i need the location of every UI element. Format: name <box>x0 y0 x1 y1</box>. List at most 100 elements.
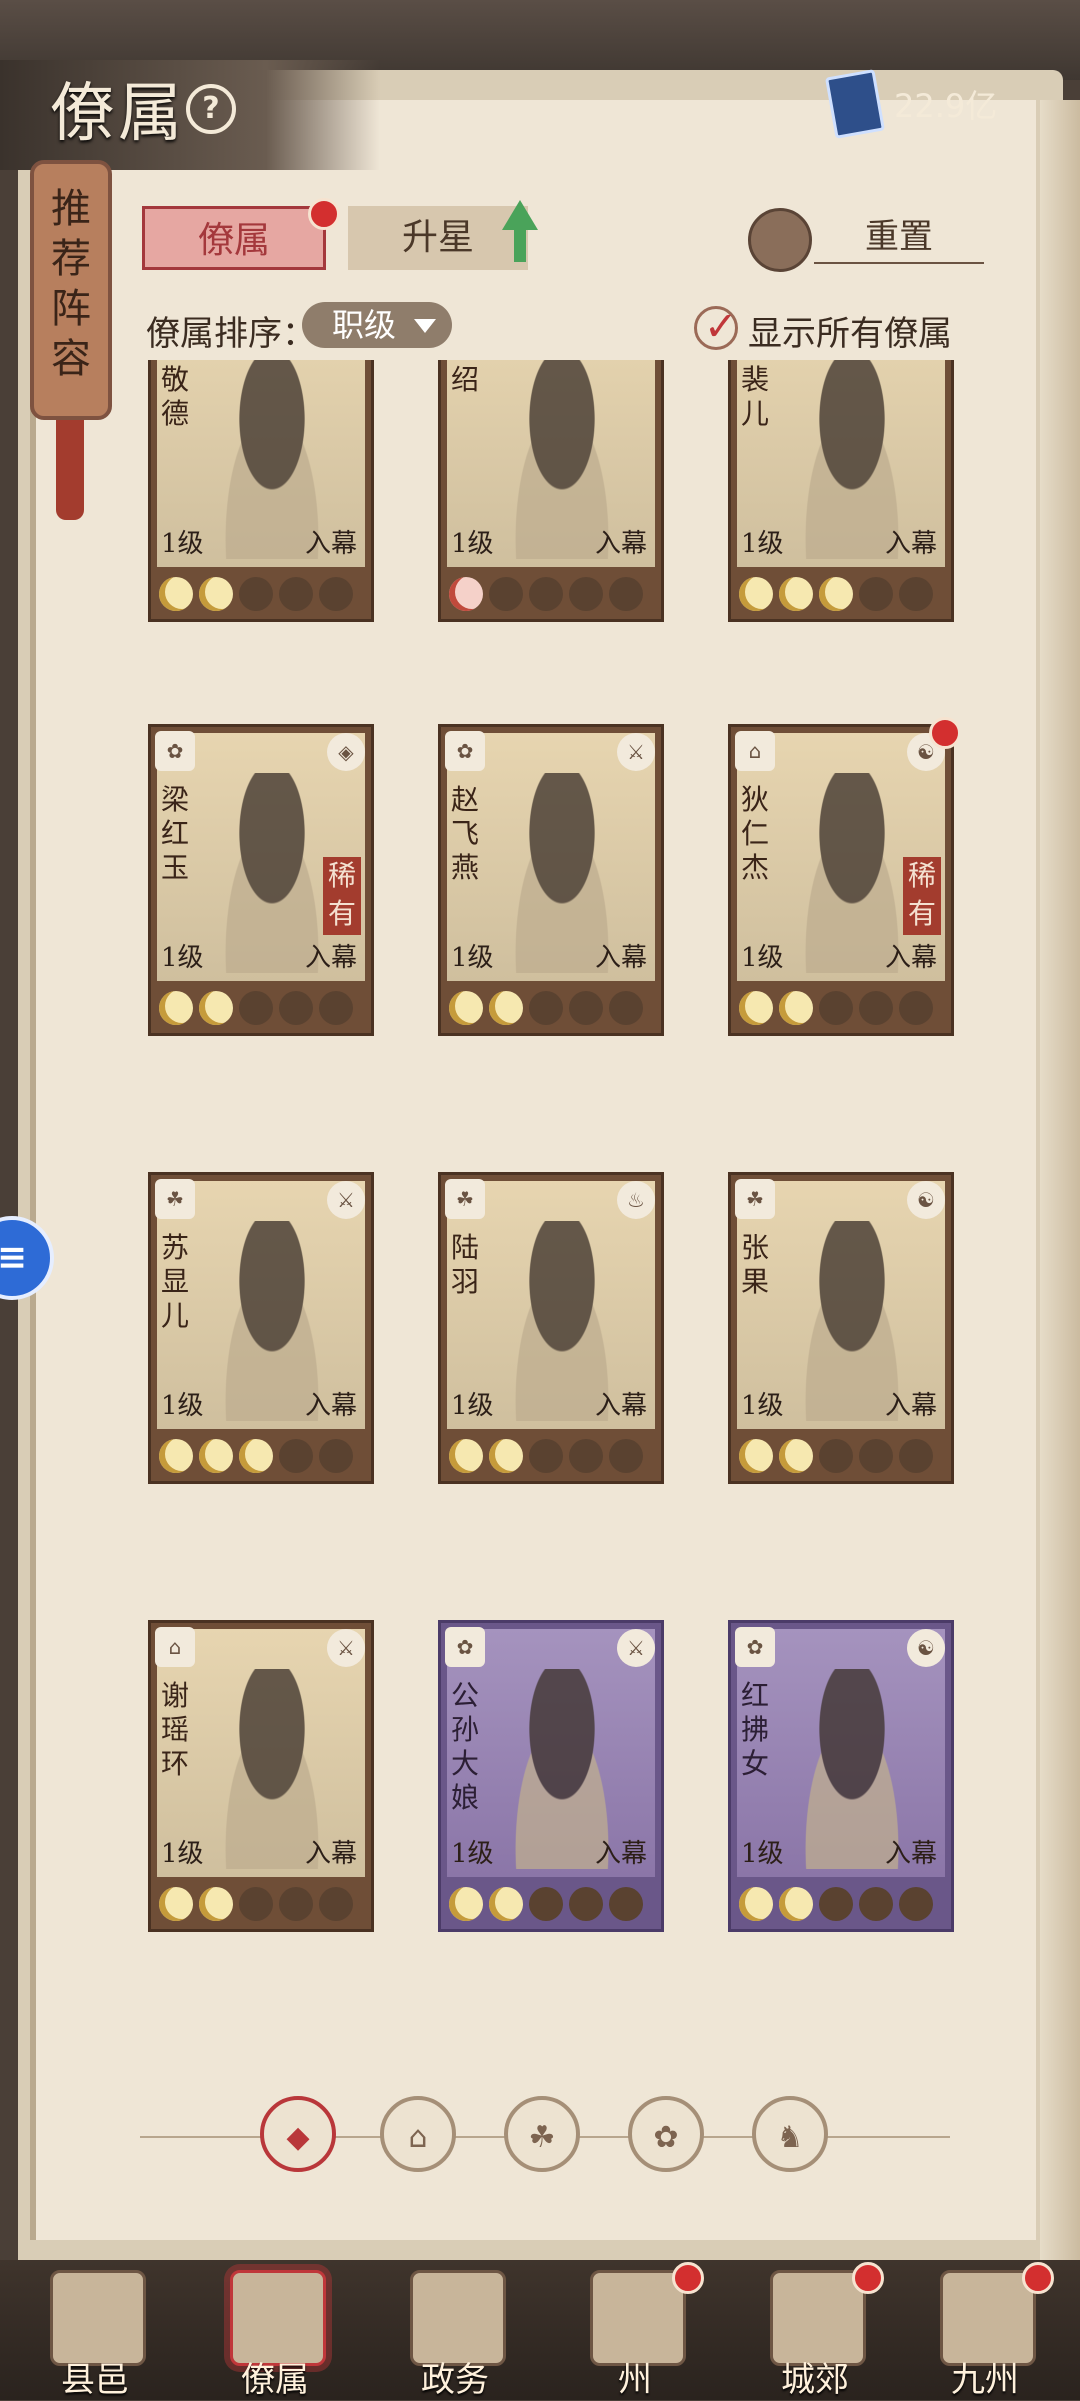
cup-icon: ♨ <box>617 1181 655 1219</box>
moon-icon <box>489 1439 523 1473</box>
retainer-card[interactable]: ☘ ☯ 张果 1级 入幕 <box>728 1172 954 1484</box>
retainer-card[interactable]: ✿ ⚔ 赵飞燕 1级 入幕 <box>438 724 664 1036</box>
star-row <box>449 1439 643 1473</box>
card-reddot <box>929 717 958 749</box>
retainer-level: 1级 <box>741 1391 784 1421</box>
nav-retainers[interactable]: 僚属 <box>200 2260 350 2400</box>
tab-retainers-reddot <box>308 198 340 230</box>
nav-reddot <box>852 2262 884 2294</box>
currency-display[interactable]: 22.9亿 <box>824 69 1040 139</box>
empty-star <box>319 991 353 1025</box>
retainer-name: 狄仁杰 <box>741 783 770 884</box>
retainer-level: 1级 <box>741 943 784 973</box>
reset-icon[interactable] <box>748 208 812 272</box>
nav-reddot <box>1022 2262 1054 2294</box>
star-row <box>159 1439 353 1473</box>
empty-star <box>899 1439 933 1473</box>
sword-icon: ⚔ <box>327 1629 365 1667</box>
recommended-lineup-tab[interactable]: 推荐阵容 <box>30 160 112 420</box>
nav-label: 县邑 <box>61 2360 129 2400</box>
star-row <box>449 577 643 611</box>
fan-icon: ✿ <box>445 1627 485 1667</box>
moon-icon <box>819 577 853 611</box>
retainer-card[interactable]: 孛裴儿 1级 入幕 <box>728 360 954 622</box>
nav-label: 僚属 <box>241 2360 309 2400</box>
help-icon[interactable]: ? <box>186 84 236 134</box>
empty-star <box>279 577 313 611</box>
lion-icon[interactable]: ♞ <box>752 2096 828 2172</box>
retainer-card[interactable]: ☘ ⚔ 苏显儿 1级 入幕 <box>148 1172 374 1484</box>
fan-icon: ✿ <box>445 731 485 771</box>
empty-star <box>569 991 603 1025</box>
retainer-name: 张果 <box>741 1231 770 1298</box>
tab-retainers[interactable]: 僚属 <box>142 206 326 270</box>
currency-value: 22.9亿 <box>894 87 998 125</box>
tab-upgrade-star[interactable]: 升星 <box>348 206 528 270</box>
retainer-card[interactable]: 迟敬德 1级 入幕 <box>148 360 374 622</box>
empty-star <box>569 1887 603 1921</box>
retainer-card[interactable]: ⌂ ⚔ 谢瑶环 1级 入幕 <box>148 1620 374 1932</box>
rare-badge: 稀有 <box>903 857 941 935</box>
nav-reddot <box>672 2262 704 2294</box>
nav-affairs[interactable]: 政务 <box>380 2260 530 2400</box>
moon-icon <box>449 991 483 1025</box>
retainer-level: 1级 <box>741 1839 784 1869</box>
filter-bar: ◆ ⌂ ☘ ✿ ♞ <box>140 2096 950 2178</box>
retainer-name: 迟敬德 <box>161 360 190 430</box>
nav-county[interactable]: 县邑 <box>20 2260 170 2400</box>
retainer-name: 梁红玉 <box>161 783 190 884</box>
nav-label: 九州 <box>951 2360 1019 2400</box>
hat-icon[interactable]: ⌂ <box>380 2096 456 2172</box>
moon-icon <box>449 1439 483 1473</box>
retainer-name: 柴绍 <box>451 360 480 396</box>
moon-icon <box>159 991 193 1025</box>
retainer-status: 入幕 <box>304 1839 357 1869</box>
nav-suburbs[interactable]: 城郊 <box>740 2260 890 2400</box>
empty-star <box>819 1439 853 1473</box>
moon-icon <box>489 991 523 1025</box>
retainer-name: 公孙大娘 <box>451 1679 480 1814</box>
fan-icon[interactable]: ✿ <box>628 2096 704 2172</box>
moon-icon <box>449 1887 483 1921</box>
chevron-down-icon <box>414 319 436 333</box>
reset-button[interactable]: 重置 <box>814 212 984 264</box>
empty-star <box>609 1439 643 1473</box>
sort-dropdown[interactable]: 职级 <box>302 302 452 348</box>
empty-star <box>859 1887 893 1921</box>
nav-nine-provinces[interactable]: 九州 <box>910 2260 1060 2400</box>
diamond-icon[interactable]: ◆ <box>260 2096 336 2172</box>
arrow-up-stem <box>514 226 526 262</box>
star-row <box>449 1887 643 1921</box>
retainer-card[interactable]: ☘ ♨ 陆羽 1级 入幕 <box>438 1172 664 1484</box>
cat-icon: ☘ <box>155 1179 195 1219</box>
moon-icon <box>739 1439 773 1473</box>
empty-star <box>529 577 563 611</box>
empty-star <box>279 991 313 1025</box>
empty-star <box>489 577 523 611</box>
tassel-decoration <box>56 420 84 520</box>
fan-icon: ✿ <box>735 1627 775 1667</box>
nav-prefecture[interactable]: 州 <box>560 2260 710 2400</box>
star-row <box>739 577 933 611</box>
retainer-name: 陆羽 <box>451 1231 480 1298</box>
moon-icon <box>239 1439 273 1473</box>
empty-star <box>899 577 933 611</box>
show-all-label[interactable]: 显示所有僚属 <box>748 306 952 355</box>
cat-icon[interactable]: ☘ <box>504 2096 580 2172</box>
retainer-card[interactable]: 柴绍 1级 入幕 <box>438 360 664 622</box>
retainer-card[interactable]: ✿ ☯ 红拂女 1级 入幕 <box>728 1620 954 1932</box>
check-icon: ✓ <box>704 304 738 350</box>
retainer-level: 1级 <box>161 1391 204 1421</box>
empty-star <box>239 1887 273 1921</box>
retainer-level: 1级 <box>741 529 784 559</box>
star-row <box>739 1887 933 1921</box>
retainer-card[interactable]: ✿ ⚔ 公孙大娘 1级 入幕 <box>438 1620 664 1932</box>
retainer-card[interactable]: ⌂ ☯ 狄仁杰 稀有 1级 入幕 <box>728 717 958 1036</box>
page-curl <box>1040 100 1080 2260</box>
empty-star <box>569 577 603 611</box>
nav-label: 城郊 <box>781 2360 849 2400</box>
retainer-name: 谢瑶环 <box>161 1679 190 1780</box>
retainer-level: 1级 <box>161 529 204 559</box>
retainer-card[interactable]: ✿ ◈ 梁红玉 稀有 1级 入幕 <box>148 724 374 1036</box>
retainer-status: 入幕 <box>884 1839 937 1869</box>
